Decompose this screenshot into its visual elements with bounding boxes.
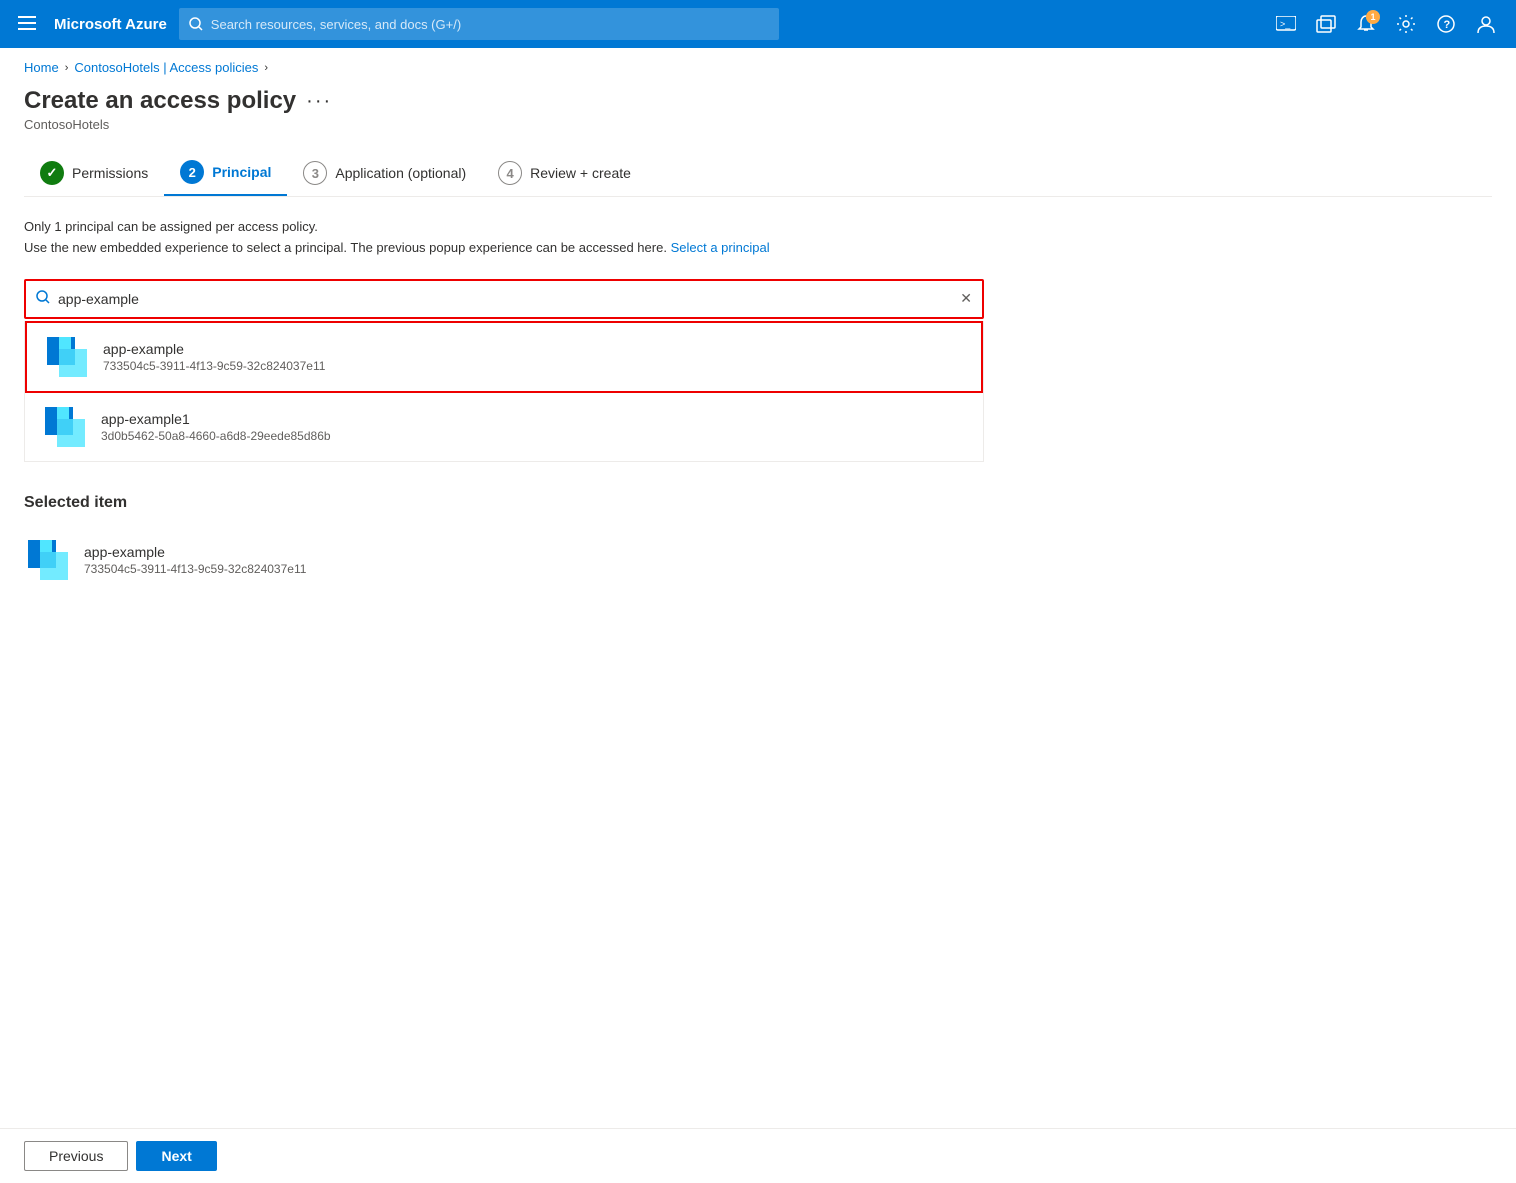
azure-brand: Microsoft Azure — [54, 16, 167, 33]
step-principal-circle: 2 — [180, 160, 204, 184]
step-review[interactable]: 4 Review + create — [482, 153, 647, 195]
selected-item-name: app-example — [84, 544, 1492, 560]
help-button[interactable]: ? — [1428, 6, 1464, 42]
cloud-shell-button[interactable]: >_ — [1268, 6, 1304, 42]
step-application-circle: 3 — [303, 161, 327, 185]
top-navigation: Microsoft Azure >_ 1 — [0, 0, 1516, 48]
topnav-icon-group: >_ 1 ? — [1268, 6, 1504, 42]
notification-count: 1 — [1366, 10, 1380, 24]
account-button[interactable] — [1468, 6, 1504, 42]
step-permissions-circle: ✓ — [40, 161, 64, 185]
global-search-input[interactable] — [211, 17, 769, 32]
search-icon — [189, 17, 203, 31]
selected-section-title: Selected item — [24, 494, 1492, 512]
search-results-list: app-example 733504c5-3911-4f13-9c59-32c8… — [24, 321, 984, 462]
global-search-box[interactable] — [179, 8, 779, 40]
page-title-menu-button[interactable]: ··· — [306, 90, 332, 113]
principal-search-container: ✕ — [24, 279, 984, 319]
breadcrumb-sep-2: › — [264, 62, 268, 74]
result-name-0: app-example — [103, 341, 965, 357]
step-permissions-label: Permissions — [72, 165, 148, 181]
page-header: Create an access policy ··· ContosoHotel… — [0, 75, 1516, 132]
page-subtitle: ContosoHotels — [24, 117, 1492, 132]
principal-search-input[interactable] — [58, 291, 952, 307]
previous-button[interactable]: Previous — [24, 1141, 128, 1171]
step-application[interactable]: 3 Application (optional) — [287, 153, 482, 195]
select-principal-link[interactable]: Select a principal — [671, 240, 770, 255]
next-button[interactable]: Next — [136, 1141, 216, 1171]
notifications-button[interactable]: 1 — [1348, 6, 1384, 42]
page-title: Create an access policy — [24, 87, 296, 115]
result-id-0: 733504c5-3911-4f13-9c59-32c824037e11 — [103, 359, 965, 373]
info-text-block: Only 1 principal can be assigned per acc… — [24, 217, 1492, 259]
result-item-0[interactable]: app-example 733504c5-3911-4f13-9c59-32c8… — [25, 321, 983, 393]
search-clear-button[interactable]: ✕ — [960, 290, 972, 307]
result-name-1: app-example1 — [101, 411, 967, 427]
principal-search-icon — [36, 290, 50, 307]
result-item-1[interactable]: app-example1 3d0b5462-50a8-4660-a6d8-29e… — [25, 393, 983, 461]
breadcrumb-home[interactable]: Home — [24, 60, 59, 75]
step-review-circle: 4 — [498, 161, 522, 185]
result-info-0: app-example 733504c5-3911-4f13-9c59-32c8… — [103, 341, 965, 373]
selected-app-icon — [24, 536, 72, 584]
step-principal[interactable]: 2 Principal — [164, 152, 287, 196]
info-line-2-prefix: Use the new embedded experience to selec… — [24, 240, 667, 255]
step-review-label: Review + create — [530, 165, 631, 181]
search-input-row: ✕ — [26, 281, 982, 317]
svg-text:>_: >_ — [1280, 19, 1291, 29]
breadcrumb-parent[interactable]: ContosoHotels | Access policies — [74, 60, 258, 75]
app-icon-1 — [41, 403, 89, 451]
app-icon-0 — [43, 333, 91, 381]
step-principal-label: Principal — [212, 164, 271, 180]
breadcrumb: Home › ContosoHotels | Access policies › — [0, 48, 1516, 75]
result-info-1: app-example1 3d0b5462-50a8-4660-a6d8-29e… — [101, 411, 967, 443]
info-line-2: Use the new embedded experience to selec… — [24, 238, 1492, 259]
main-content: Only 1 principal can be assigned per acc… — [0, 197, 1516, 612]
selected-item-id: 733504c5-3911-4f13-9c59-32c824037e11 — [84, 562, 1492, 576]
result-id-1: 3d0b5462-50a8-4660-a6d8-29eede85d86b — [101, 429, 967, 443]
info-line-1: Only 1 principal can be assigned per acc… — [24, 217, 1492, 238]
selected-item-section: Selected item app-example 733504c5-3911-… — [24, 494, 1492, 592]
step-application-label: Application (optional) — [335, 165, 466, 181]
hamburger-menu-button[interactable] — [12, 8, 42, 41]
svg-text:?: ? — [1444, 19, 1451, 31]
directory-button[interactable] — [1308, 6, 1344, 42]
bottom-navigation-bar: Previous Next — [0, 1128, 1516, 1183]
step-permissions[interactable]: ✓ Permissions — [24, 153, 164, 195]
selected-item: app-example 733504c5-3911-4f13-9c59-32c8… — [24, 528, 1492, 592]
selected-item-info: app-example 733504c5-3911-4f13-9c59-32c8… — [84, 544, 1492, 576]
settings-button[interactable] — [1388, 6, 1424, 42]
steps-bar: ✓ Permissions 2 Principal 3 Application … — [0, 132, 1516, 196]
breadcrumb-sep-1: › — [65, 62, 69, 74]
